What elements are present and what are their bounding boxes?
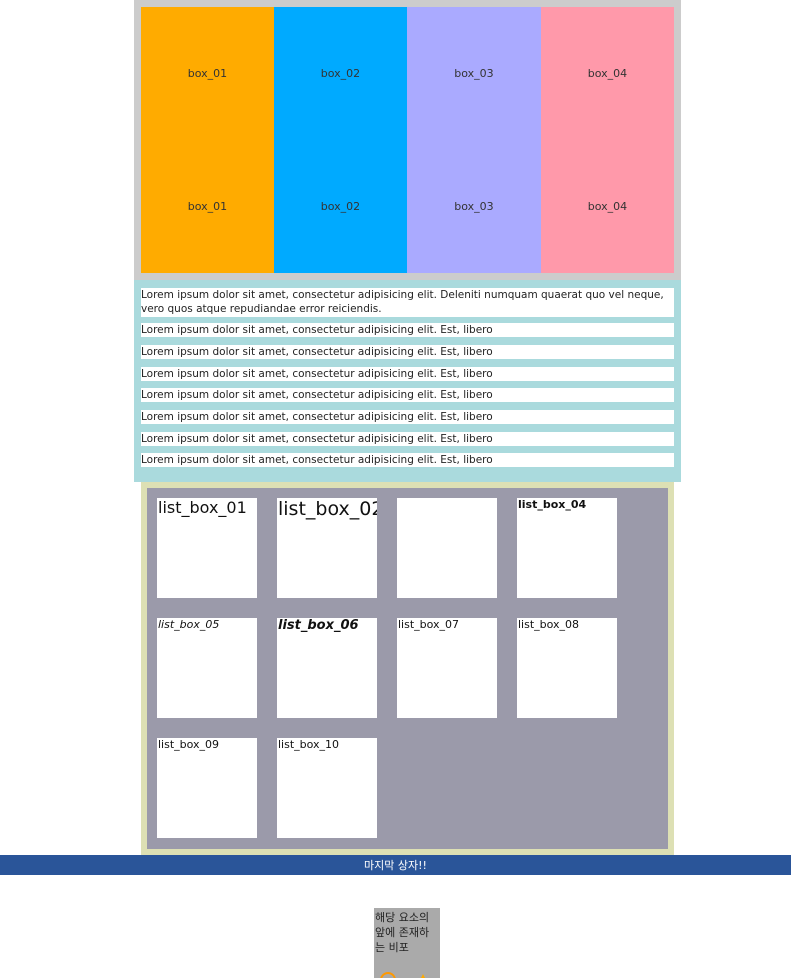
- list-box-label: list_box_02: [278, 498, 377, 520]
- box-label: box_02: [320, 200, 361, 213]
- box-03: box_03: [407, 7, 541, 140]
- box-01: box_01: [141, 140, 274, 273]
- box-02: box_02: [274, 7, 407, 140]
- box-01: box_01: [141, 7, 274, 140]
- list-box-03: [397, 498, 497, 598]
- last-box-bar: 마지막 상자!!: [0, 855, 791, 875]
- box-label: box_04: [587, 200, 628, 213]
- list-box-07: list_box_07: [397, 618, 497, 718]
- list-box-08: list_box_08: [517, 618, 617, 718]
- before-element-text: 해당 요소의 앞에 존재하는 비포: [375, 911, 430, 954]
- box-label: box_02: [320, 67, 361, 80]
- lorem-list: Lorem ipsum dolor sit amet, consectetur …: [134, 280, 681, 482]
- box-03: box_03: [407, 140, 541, 273]
- box-grid: box_01 box_02 box_03 box_04 box_01 box_0…: [141, 7, 674, 273]
- list-box-label: list_box_10: [278, 738, 340, 751]
- list-box-label: list_box_08: [518, 618, 580, 631]
- list-box-09: list_box_09: [157, 738, 257, 838]
- list-box-label: list_box_06: [278, 618, 359, 633]
- list-box-label: list_box_07: [398, 618, 460, 631]
- box-04: box_04: [541, 7, 674, 140]
- list-box-04: list_box_04: [517, 498, 617, 598]
- list-box-01: list_box_01: [157, 498, 257, 598]
- lorem-item: Lorem ipsum dolor sit amet, consectetur …: [141, 432, 674, 446]
- box-label: box_04: [587, 67, 628, 80]
- list-box-label: list_box_09: [158, 738, 220, 751]
- triangle-icon: [418, 974, 428, 978]
- lorem-item: Lorem ipsum dolor sit amet, consectetur …: [141, 453, 674, 467]
- lorem-item: Lorem ipsum dolor sit amet, consectetur …: [141, 323, 674, 337]
- lorem-item: Lorem ipsum dolor sit amet, consectetur …: [141, 367, 674, 381]
- list-box-05: list_box_05: [157, 618, 257, 718]
- list-box-06: list_box_06: [277, 618, 377, 718]
- box-label: box_01: [187, 67, 228, 80]
- box-label: box_03: [454, 67, 494, 80]
- list-box-10: list_box_10: [277, 738, 377, 838]
- box-label: box_01: [187, 200, 228, 213]
- box-02: box_02: [274, 140, 407, 273]
- lorem-item: Lorem ipsum dolor sit amet, consectetur …: [141, 410, 674, 424]
- last-box-label: 마지막 상자!!: [364, 859, 427, 872]
- list-box-02: list_box_02: [277, 498, 377, 598]
- box-04: box_04: [541, 140, 674, 273]
- list-box-label: list_box_05: [158, 618, 220, 631]
- list-box-section: list_box_01 list_box_02 list_box_04 list…: [141, 482, 674, 855]
- list-box-container: list_box_01 list_box_02 list_box_04 list…: [147, 488, 668, 849]
- box-section: box_01 box_02 box_03 box_04 box_01 box_0…: [134, 0, 681, 280]
- lorem-item-long: Lorem ipsum dolor sit amet, consectetur …: [141, 288, 674, 317]
- before-element-box: 해당 요소의 앞에 존재하는 비포: [374, 908, 440, 978]
- lorem-item: Lorem ipsum dolor sit amet, consectetur …: [141, 388, 674, 402]
- list-box-label: [397, 498, 497, 500]
- list-box-label: list_box_01: [158, 498, 247, 517]
- list-box-label: list_box_04: [518, 498, 587, 511]
- lorem-item: Lorem ipsum dolor sit amet, consectetur …: [141, 345, 674, 359]
- box-label: box_03: [454, 200, 494, 213]
